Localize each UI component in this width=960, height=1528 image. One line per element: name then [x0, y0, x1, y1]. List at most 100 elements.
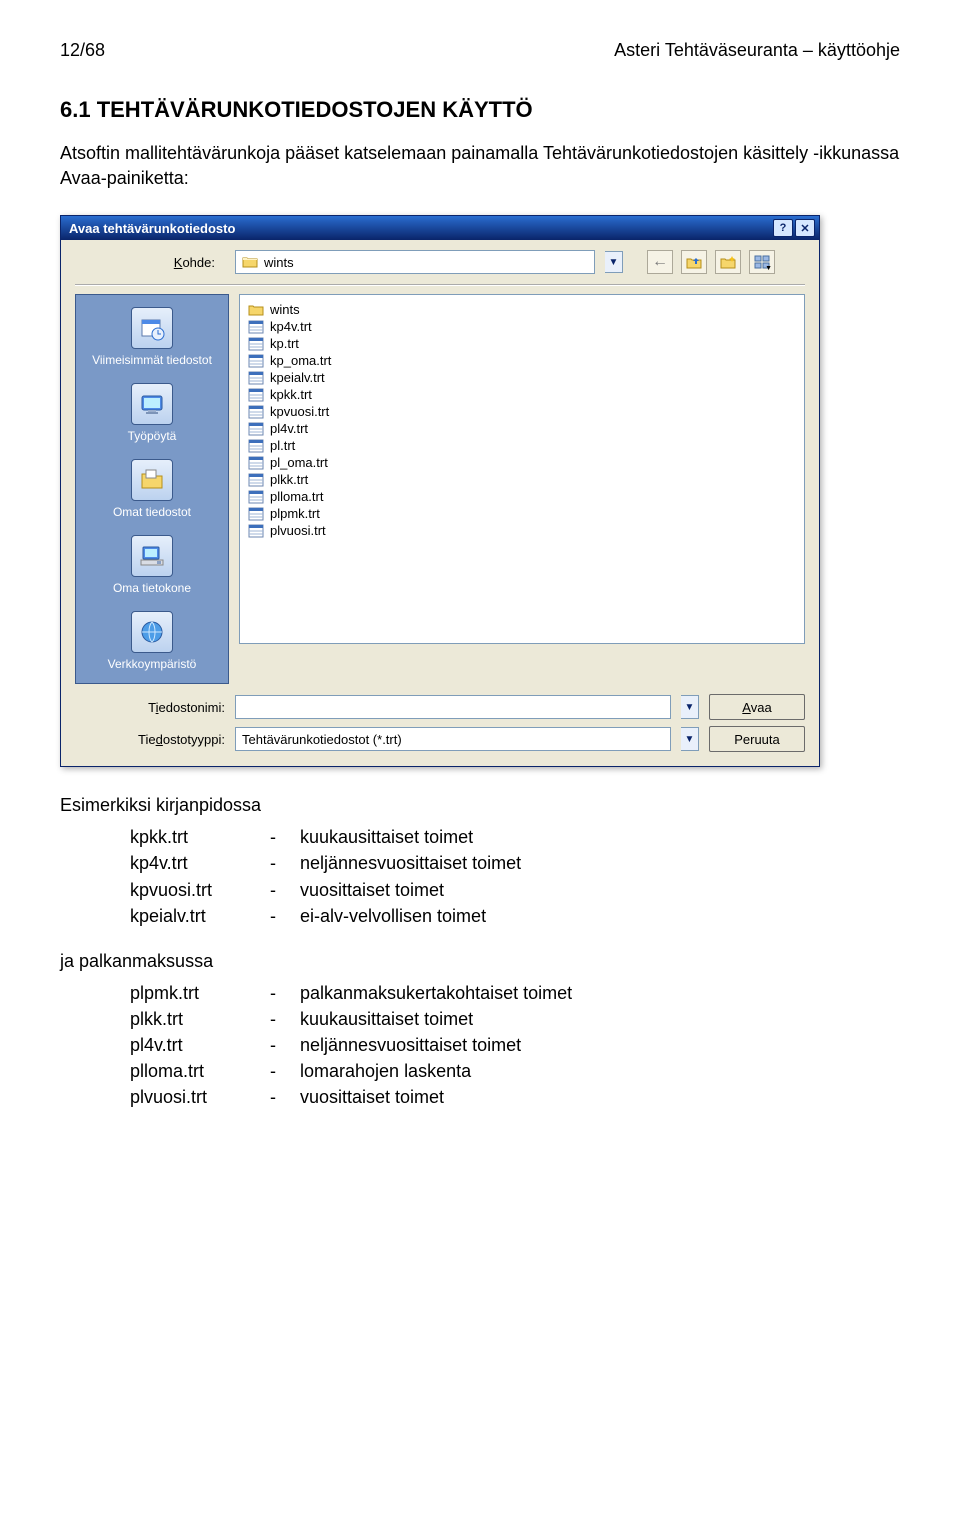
- dialog-body: Kohde: wints ▼ ← ▼: [61, 240, 819, 766]
- file-icon: [248, 422, 264, 436]
- list-item[interactable]: plpmk.trt: [248, 505, 796, 522]
- file-desc: vuosittaiset toimet: [300, 877, 900, 903]
- file-desc: kuukausittaiset toimet: [300, 1006, 900, 1032]
- file-desc: lomarahojen laskenta: [300, 1058, 900, 1084]
- mydocs-icon: [131, 459, 173, 501]
- list-item[interactable]: kpkk.trt: [248, 386, 796, 403]
- filename-dropdown[interactable]: ▼: [681, 695, 699, 719]
- list-item[interactable]: kpvuosi.trt: [248, 403, 796, 420]
- list-item[interactable]: kp_oma.trt: [248, 352, 796, 369]
- cancel-button[interactable]: Peruuta: [709, 726, 805, 752]
- filetype-dropdown[interactable]: ▼: [681, 727, 699, 751]
- lookin-row: Kohde: wints ▼ ← ▼: [75, 250, 805, 274]
- list-item[interactable]: kp.trt: [248, 335, 796, 352]
- filetype-label: Tiedostotyyppi:: [75, 732, 225, 747]
- page-header: 12/68 Asteri Tehtäväseuranta – käyttöohj…: [60, 40, 900, 61]
- filetype-combo[interactable]: Tehtävärunkotiedostot (*.trt): [235, 727, 671, 751]
- list-item[interactable]: plloma.trt: [248, 488, 796, 505]
- recent-icon: [131, 307, 173, 349]
- file-desc: ei-alv-velvollisen toimet: [300, 903, 900, 929]
- list-item[interactable]: pl.trt: [248, 437, 796, 454]
- file-name: pl4v.trt: [270, 421, 308, 436]
- open-button[interactable]: Avaa: [709, 694, 805, 720]
- file-name: wints: [270, 302, 300, 317]
- dialog-toolbar: ← ▼: [647, 250, 775, 274]
- place-recent[interactable]: Viimeisimmät tiedostot: [80, 301, 224, 373]
- file-name: kp_oma.trt: [270, 353, 331, 368]
- file-desc: neljännesvuosittaiset toimet: [300, 850, 900, 876]
- dash: -: [270, 1032, 300, 1058]
- list-item: kpkk.trt-kuukausittaiset toimet: [60, 824, 900, 850]
- list-item[interactable]: kpeialv.trt: [248, 369, 796, 386]
- dialog-titlebar: Avaa tehtävärunkotiedosto ? ✕: [61, 216, 819, 240]
- file-icon: [248, 371, 264, 385]
- list-item: plkk.trt-kuukausittaiset toimet: [60, 1006, 900, 1032]
- list-item: kpvuosi.trt-vuosittaiset toimet: [60, 877, 900, 903]
- place-recent-label: Viimeisimmät tiedostot: [92, 353, 212, 367]
- dialog-title: Avaa tehtävärunkotiedosto: [69, 221, 235, 236]
- file-name: plpmk.trt: [60, 980, 270, 1006]
- file-name: plvuosi.trt: [270, 523, 326, 538]
- lookin-value: wints: [264, 255, 294, 270]
- intro-text: Atsoftin mallitehtävärunkoja pääset kats…: [60, 141, 900, 191]
- file-name: kp4v.trt: [60, 850, 270, 876]
- file-icon: [248, 388, 264, 402]
- dash: -: [270, 1058, 300, 1084]
- place-network[interactable]: Verkkoympäristö: [80, 605, 224, 677]
- list-item: plloma.trt-lomarahojen laskenta: [60, 1058, 900, 1084]
- dash: -: [270, 903, 300, 929]
- file-name: pl.trt: [270, 438, 295, 453]
- places-bar: Viimeisimmät tiedostot Työpöytä Omat tie…: [75, 294, 229, 684]
- file-icon: [248, 439, 264, 453]
- list-item[interactable]: pl_oma.trt: [248, 454, 796, 471]
- divider: [75, 284, 805, 286]
- file-name: plpmk.trt: [270, 506, 320, 521]
- file-name: kp4v.trt: [270, 319, 312, 334]
- file-icon: [248, 337, 264, 351]
- kp-list: kpkk.trt-kuukausittaiset toimet kp4v.trt…: [60, 824, 900, 928]
- network-icon: [131, 611, 173, 653]
- up-one-level-button[interactable]: [681, 250, 707, 274]
- open-file-dialog: Avaa tehtävärunkotiedosto ? ✕ Kohde: win…: [60, 215, 820, 767]
- list-item: pl4v.trt-neljännesvuosittaiset toimet: [60, 1032, 900, 1058]
- place-network-label: Verkkoympäristö: [108, 657, 197, 671]
- lookin-label: Kohde:: [75, 255, 215, 270]
- file-name: pl_oma.trt: [270, 455, 328, 470]
- back-button[interactable]: ←: [647, 250, 673, 274]
- browser-row: Viimeisimmät tiedostot Työpöytä Omat tie…: [75, 294, 805, 684]
- file-icon: [248, 490, 264, 504]
- help-button[interactable]: ?: [773, 219, 793, 237]
- chevron-down-icon: ▼: [765, 265, 772, 272]
- file-name: plkk.trt: [270, 472, 308, 487]
- lookin-combo[interactable]: wints: [235, 250, 595, 274]
- view-menu-button[interactable]: ▼: [749, 250, 775, 274]
- list-item[interactable]: wints: [248, 301, 796, 318]
- doc-title: Asteri Tehtäväseuranta – käyttöohje: [614, 40, 900, 61]
- place-mydocuments[interactable]: Omat tiedostot: [80, 453, 224, 525]
- place-mydocs-label: Omat tiedostot: [113, 505, 191, 519]
- file-desc: kuukausittaiset toimet: [300, 824, 900, 850]
- file-name: pl4v.trt: [60, 1032, 270, 1058]
- list-item[interactable]: plkk.trt: [248, 471, 796, 488]
- file-list[interactable]: wints kp4v.trt kp.trt kp_oma.trt kpeialv…: [239, 294, 805, 644]
- list-item[interactable]: kp4v.trt: [248, 318, 796, 335]
- file-name: kpeialv.trt: [60, 903, 270, 929]
- place-desktop[interactable]: Työpöytä: [80, 377, 224, 449]
- folder-icon: [242, 255, 258, 269]
- place-mycomputer[interactable]: Oma tietokone: [80, 529, 224, 601]
- lookin-dropdown[interactable]: ▼: [605, 251, 623, 273]
- mycomputer-icon: [131, 535, 173, 577]
- place-desktop-label: Työpöytä: [128, 429, 177, 443]
- list-item[interactable]: plvuosi.trt: [248, 522, 796, 539]
- list-item[interactable]: pl4v.trt: [248, 420, 796, 437]
- file-name: kpkk.trt: [60, 824, 270, 850]
- dash: -: [270, 1006, 300, 1032]
- dash: -: [270, 877, 300, 903]
- new-folder-button[interactable]: [715, 250, 741, 274]
- close-button[interactable]: ✕: [795, 219, 815, 237]
- file-name: kpvuosi.trt: [60, 877, 270, 903]
- list-item: kpeialv.trt-ei-alv-velvollisen toimet: [60, 903, 900, 929]
- file-icon: [248, 473, 264, 487]
- filename-input[interactable]: [235, 695, 671, 719]
- file-icon: [248, 320, 264, 334]
